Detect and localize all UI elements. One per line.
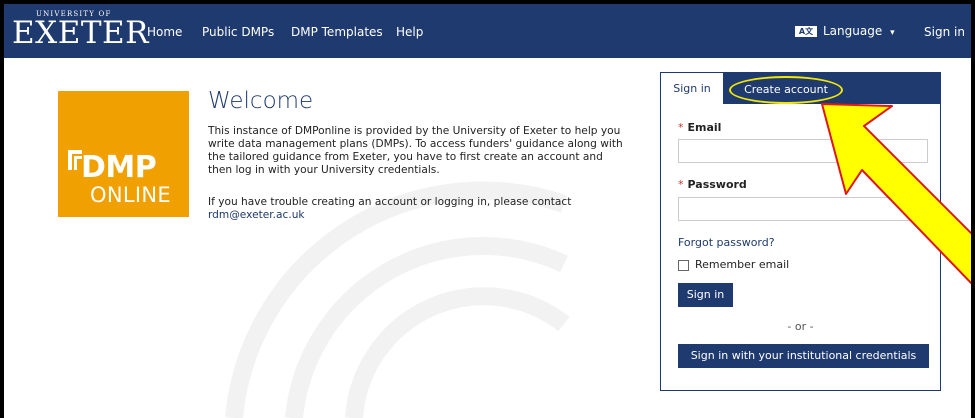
- annotation-arrow-icon: [821, 103, 971, 285]
- page-frame: UNIVERSITY OF EXETER Home Public DMPs DM…: [4, 4, 971, 418]
